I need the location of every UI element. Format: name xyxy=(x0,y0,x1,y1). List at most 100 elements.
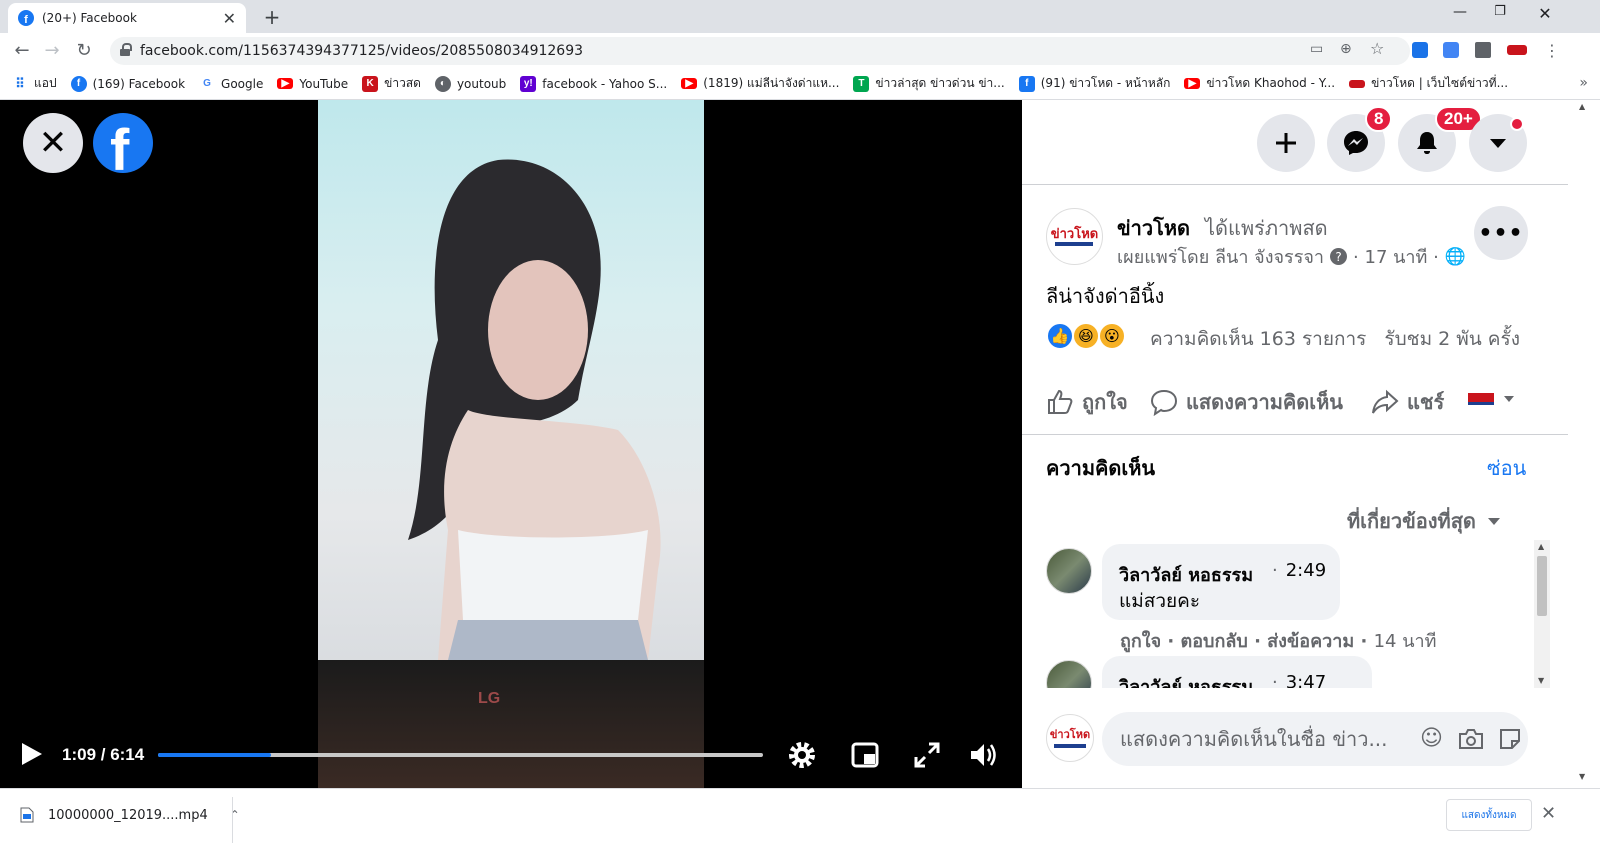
scroll-down-arrow-icon[interactable]: ▼ xyxy=(1538,676,1544,685)
settings-gear-icon[interactable] xyxy=(787,740,817,770)
messenger-icon xyxy=(1344,131,1368,155)
download-item[interactable]: 10000000_12019....mp4 ⌃ xyxy=(20,807,240,823)
volume-icon[interactable] xyxy=(968,740,998,770)
sticker-icon[interactable] xyxy=(1498,727,1522,751)
scroll-up-arrow-icon[interactable]: ▲ xyxy=(1538,542,1544,551)
bookmarks-bar: ⠿ แอป f (169) Facebook G Google ▶ YouTube Kข… xyxy=(0,68,1600,100)
bookmark-facebook[interactable]: f (169) Facebook xyxy=(70,75,185,92)
scroll-up-arrow-icon[interactable]: ▲ xyxy=(1579,102,1585,111)
bookmarks-overflow-icon[interactable]: » xyxy=(1579,75,1588,91)
bookmark-apps[interactable]: ⠿ แอป xyxy=(12,74,56,93)
like-button[interactable]: ถูกใจ xyxy=(1046,386,1128,418)
bookmark-youtube-3[interactable]: ▶ ข่าวโหด Khaohod - Y... xyxy=(1184,74,1335,93)
bookmark-youtoub[interactable]: ◐ youtoub xyxy=(434,75,506,92)
bookmark-khaosod-site[interactable]: ข่าวโหด | เว็บไซต์ข่าวที่... xyxy=(1349,74,1508,93)
forward-arrow-icon[interactable]: → xyxy=(40,39,64,63)
tab-close-icon[interactable]: ✕ xyxy=(223,9,236,28)
play-icon[interactable] xyxy=(22,743,42,765)
address-bar[interactable]: facebook.com/1156374394377125/videos/208… xyxy=(110,37,1410,65)
bookmark-yahoo[interactable]: y! facebook - Yahoo S... xyxy=(520,75,667,92)
comment-actions: ถูกใจ · ตอบกลับ · ส่งข้อความ · 14 นาที xyxy=(1120,631,1437,652)
emoji-icon[interactable]: ☺ xyxy=(1420,726,1443,751)
cast-icon[interactable]: ▭ xyxy=(1310,41,1323,57)
comment-button[interactable]: แสดงความคิดเห็น xyxy=(1150,386,1343,418)
help-icon[interactable]: ? xyxy=(1330,248,1348,265)
commenter-name[interactable]: วิลาวัลย์ หอธรรม xyxy=(1119,560,1253,589)
share-label: แชร์ xyxy=(1407,390,1445,414)
back-arrow-icon[interactable]: ← xyxy=(10,39,34,63)
caret-down-icon xyxy=(1490,139,1506,148)
post-as-selector[interactable] xyxy=(1468,392,1516,406)
browser-menu-icon[interactable]: ⋮ xyxy=(1540,39,1564,63)
tab-strip: f (20+) Facebook ✕ + — ❐ ✕ xyxy=(0,0,1600,33)
commenter-name[interactable]: วิลาวัลย์ หอธรรม xyxy=(1119,672,1253,688)
progress-bar[interactable] xyxy=(158,753,763,757)
comment-reply-link[interactable]: ตอบกลับ xyxy=(1181,631,1248,652)
hide-comments-link[interactable]: ซ่อน xyxy=(1487,452,1526,484)
wow-reaction-icon[interactable]: 😮 xyxy=(1098,322,1126,350)
download-extension-icon[interactable] xyxy=(1412,42,1428,58)
timestamp-text: 2:49 xyxy=(1285,560,1327,581)
downloads-bar: 10000000_12019....mp4 ⌃ แสดงทั้งหมด ✕ xyxy=(0,788,1600,860)
browser-tab-active[interactable]: f (20+) Facebook ✕ xyxy=(8,3,246,33)
tab-title: (20+) Facebook xyxy=(42,11,137,25)
facebook-logo-icon[interactable]: f xyxy=(93,113,153,173)
divider xyxy=(1022,184,1568,185)
page-name[interactable]: ข่าวโหด xyxy=(1117,212,1190,244)
comments-count[interactable]: ความคิดเห็น 163 รายการ xyxy=(1150,328,1366,350)
close-downloads-icon[interactable]: ✕ xyxy=(1541,803,1556,824)
my-page-avatar[interactable]: ข่าวโหด xyxy=(1046,714,1094,762)
comment-like-link[interactable]: ถูกใจ xyxy=(1120,631,1161,652)
video-player[interactable]: LG ✕ f 1:09 / 6:14 xyxy=(0,100,1022,788)
haha-reaction-icon[interactable]: 😆 xyxy=(1072,322,1100,350)
page-avatar[interactable]: ข่าวโหด xyxy=(1046,208,1103,265)
comment-age[interactable]: 14 นาที xyxy=(1374,631,1437,652)
share-button[interactable]: แชร์ xyxy=(1371,386,1444,418)
zoom-icon[interactable]: ⊕ xyxy=(1340,41,1352,57)
like-reaction-icon[interactable]: 👍 xyxy=(1046,322,1074,350)
new-tab-button[interactable]: + xyxy=(260,5,284,29)
post-panel: 8 20+ ข่าวโหด ข่าวโหด ได้แพร่ภาพสด เผยแพ… xyxy=(1022,100,1568,788)
fullscreen-icon[interactable] xyxy=(912,740,942,770)
show-all-downloads-button[interactable]: แสดงทั้งหมด xyxy=(1446,799,1532,831)
more-options-button[interactable]: ••• xyxy=(1474,206,1528,260)
create-button[interactable] xyxy=(1257,114,1315,172)
youtube-icon: ▶ xyxy=(1184,78,1201,89)
close-video-button[interactable]: ✕ xyxy=(23,113,83,173)
bookmark-facebook-2[interactable]: f (91) ข่าวโหด - หน้าหลัก xyxy=(1018,74,1170,93)
scroll-down-arrow-icon[interactable]: ▼ xyxy=(1579,772,1585,781)
commenter-avatar[interactable] xyxy=(1046,660,1092,688)
translate-extension-icon[interactable] xyxy=(1443,42,1459,58)
video-timestamp[interactable]: · 3:47 xyxy=(1272,672,1326,688)
page-scrollbar[interactable]: ▲ ▼ xyxy=(1568,100,1600,788)
bookmark-youtube-2[interactable]: ▶ (1819) แม่ลีน่าจังด่าแห... xyxy=(681,74,839,93)
commenter-avatar[interactable] xyxy=(1046,548,1092,594)
miniplayer-icon[interactable] xyxy=(850,740,880,770)
video-frame: LG xyxy=(318,100,704,788)
maximize-button[interactable]: ❐ xyxy=(1477,4,1523,19)
reload-icon[interactable]: ↻ xyxy=(72,39,96,63)
facebook-icon: f xyxy=(70,75,87,92)
scrollbar-thumb[interactable] xyxy=(1537,556,1547,616)
video-timestamp[interactable]: · 2:49 xyxy=(1272,560,1326,581)
camera-icon[interactable] xyxy=(1458,727,1484,751)
bookmark-khaosod[interactable]: K ข่าวสด xyxy=(362,74,421,93)
bookmark-star-icon[interactable]: ☆ xyxy=(1370,39,1384,58)
comment-text: แม่สวยคะ xyxy=(1119,590,1201,612)
comment-message-link[interactable]: ส่งข้อความ xyxy=(1267,631,1354,652)
profile-icon[interactable] xyxy=(1507,45,1527,55)
comment-input[interactable]: แสดงความคิดเห็นในชื่อ ข่าว... ☺ xyxy=(1102,712,1528,766)
bookmark-thairath[interactable]: T ข่าวล่าสุด ข่าวด่วน ข่า... xyxy=(853,74,1005,93)
facebook-icon: f xyxy=(1018,75,1035,92)
video-controls: 1:09 / 6:14 xyxy=(0,730,1022,788)
bookmark-google[interactable]: G Google xyxy=(199,76,263,92)
bookmark-youtube[interactable]: ▶ YouTube xyxy=(277,77,348,91)
post-time[interactable]: · 17 นาที · xyxy=(1353,242,1439,271)
timestamp-text: 3:47 xyxy=(1285,672,1327,688)
extensions-puzzle-icon[interactable] xyxy=(1475,42,1491,58)
khaosod-logo-icon: ข่าวโหด xyxy=(1051,227,1098,246)
comment-label: แสดงความคิดเห็น xyxy=(1186,390,1343,414)
comment-sort-dropdown[interactable]: ที่เกี่ยวข้องที่สุด xyxy=(1347,505,1502,537)
comments-scrollbar[interactable]: ▲ ▼ xyxy=(1534,540,1550,688)
window-close-button[interactable]: ✕ xyxy=(1522,4,1568,23)
